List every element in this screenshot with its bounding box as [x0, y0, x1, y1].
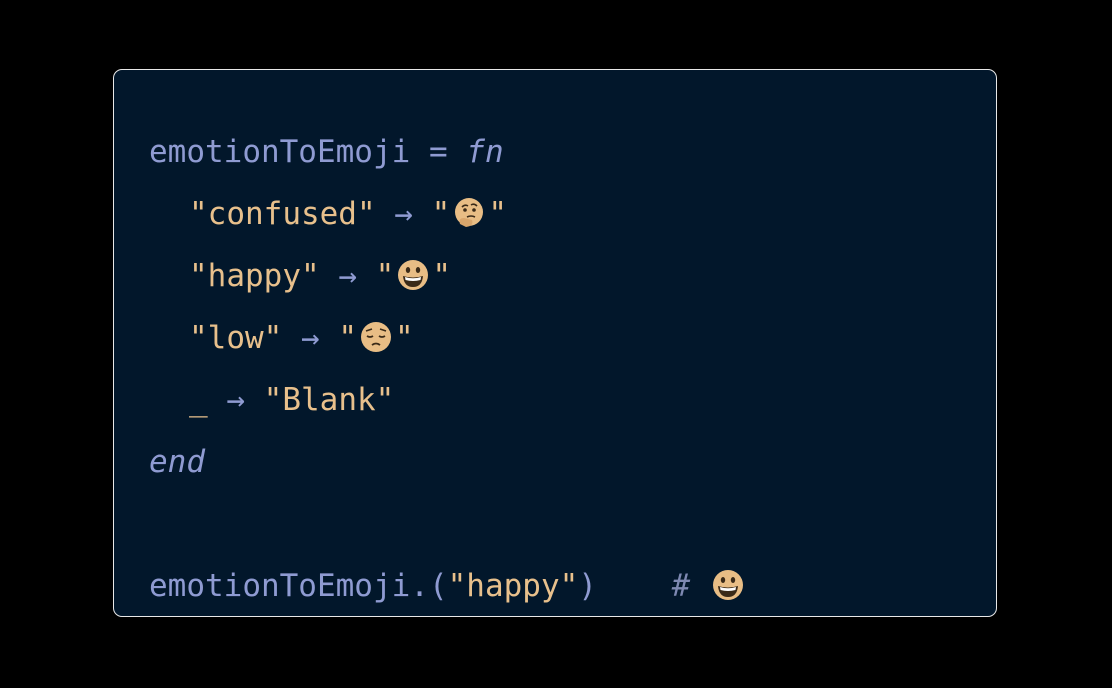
pattern-string: "happy": [189, 258, 320, 294]
assign-operator: =: [410, 134, 467, 170]
code-line-3: "happy" → " ": [149, 256, 451, 296]
arrow-operator: →: [282, 320, 339, 356]
wildcard-pattern: _: [189, 382, 208, 418]
quote-open: ": [375, 258, 395, 294]
arrow-operator: →: [207, 382, 264, 418]
end-keyword: end: [149, 444, 205, 480]
code-line-4: "low" → " ": [149, 318, 414, 358]
code-line-6: end: [149, 442, 205, 482]
quote-close: ": [395, 320, 414, 356]
code-line-1: emotionToEmoji = fn: [149, 132, 504, 172]
code-line-5: _ → "Blank": [149, 380, 394, 420]
code-line-2: "confused" → " ": [149, 194, 507, 234]
function-name: emotionToEmoji: [149, 134, 411, 170]
argument-string: "happy": [447, 568, 579, 604]
code-panel: emotionToEmoji = fn "confused" → " " "ha…: [113, 69, 997, 617]
grinning-face-icon: [398, 260, 429, 290]
arrow-operator: →: [375, 196, 432, 232]
result-string: "Blank": [263, 382, 395, 418]
quote-close: ": [432, 258, 451, 294]
pattern-string: "confused": [189, 196, 376, 232]
quote-open: ": [431, 196, 451, 232]
thinking-face-icon: [455, 198, 484, 227]
pensive-face-icon: [361, 322, 391, 352]
function-call: emotionToEmoji.(: [149, 568, 448, 604]
arrow-operator: →: [319, 258, 376, 294]
code-line-8: emotionToEmoji.("happy") #: [149, 566, 747, 606]
quote-close: ": [488, 196, 507, 232]
grinning-face-icon: [712, 570, 743, 600]
call-close-paren: ): [578, 568, 597, 604]
fn-keyword: fn: [466, 134, 504, 170]
pattern-string: "low": [189, 320, 283, 356]
quote-open: ": [338, 320, 357, 356]
comment-mark: #: [671, 568, 691, 604]
